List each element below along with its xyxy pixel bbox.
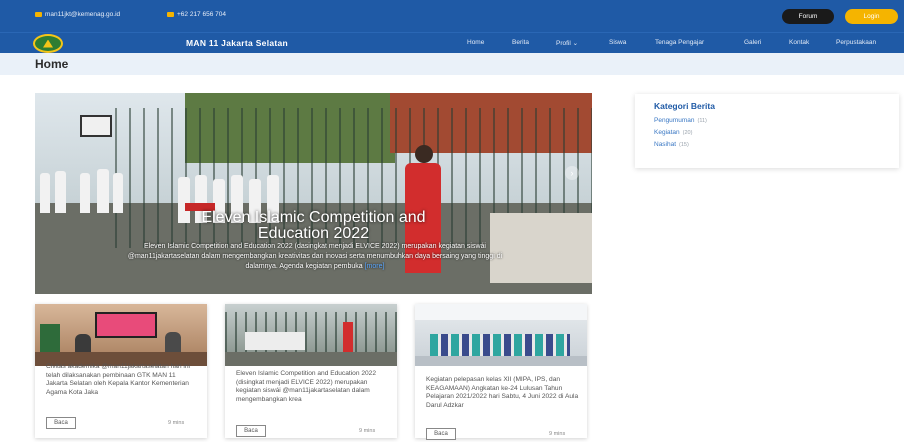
read-time: 9 mins (168, 420, 185, 426)
read-time: 9 mins (359, 428, 376, 434)
nav-item-tenaga-pengajar[interactable]: Tenaga Pengajar (655, 39, 704, 46)
main-navbar: MAN 11 Jakarta Selatan Home Berita Profi… (0, 33, 904, 53)
phone-icon (167, 12, 174, 17)
nav-item-berita[interactable]: Berita (512, 39, 529, 46)
news-card-text: Eleven Islamic Competition and Education… (236, 370, 377, 403)
news-card: Civitas akademika @man11jakartaselatan h… (35, 304, 207, 438)
news-card: Eleven Islamic Competition and Education… (225, 304, 397, 438)
top-bar: man11jkt@kemenag.go.id +62 217 656 704 F… (0, 0, 904, 33)
news-card-image[interactable] (225, 304, 397, 366)
nav-item-kontak[interactable]: Kontak (789, 39, 809, 46)
news-card-image[interactable] (35, 304, 207, 366)
read-button[interactable]: Baca (236, 425, 266, 437)
page-title: Home (35, 57, 69, 71)
category-item-pengumuman[interactable]: Pengumuman (11) (654, 117, 707, 124)
forum-button[interactable]: Forum (782, 9, 834, 24)
read-button[interactable]: Baca (426, 428, 456, 440)
slider-more-link[interactable]: [more] (365, 263, 385, 270)
news-card-text: Kegiatan pelepasan kelas XII (MIPA, IPS,… (426, 376, 579, 409)
news-card-text: Civitas akademika @man11jakartaselatan h… (46, 363, 191, 396)
nav-item-perpustakaan[interactable]: Perpustakaan (836, 39, 876, 46)
nav-item-siswa[interactable]: Siswa (609, 39, 626, 46)
login-button[interactable]: Login (845, 9, 898, 24)
read-button[interactable]: Baca (46, 417, 76, 429)
email-text: man11jkt@kemenag.go.id (45, 11, 121, 18)
category-item-nasihat[interactable]: Nasihat (15) (654, 141, 689, 148)
slider-title: Eleven Islamic Competition and Education … (201, 209, 426, 242)
page-header: Home (0, 53, 904, 75)
category-sidebar: Kategori Berita Pengumuman (11) Kegiatan(… (635, 94, 899, 168)
kemenag-logo[interactable] (33, 34, 63, 53)
slider-description: Eleven Islamic Competition and Education… (127, 243, 503, 270)
phone-text: +62 217 656 704 (177, 11, 226, 18)
site-brand[interactable]: MAN 11 Jakarta Selatan (186, 38, 288, 48)
nav-item-home[interactable]: Home (467, 39, 484, 46)
phone-contact[interactable]: +62 217 656 704 (167, 11, 226, 18)
email-contact[interactable]: man11jkt@kemenag.go.id (35, 11, 120, 18)
chevron-right-icon[interactable]: › (565, 166, 579, 180)
category-item-kegiatan[interactable]: Kegiatan (20) (654, 129, 692, 136)
mail-icon (35, 12, 42, 17)
category-title: Kategori Berita (654, 101, 715, 111)
news-card: Kegiatan pelepasan kelas XII (MIPA, IPS,… (415, 304, 587, 440)
read-time: 9 mins (549, 431, 566, 437)
news-card-image[interactable] (415, 304, 587, 366)
nav-item-galeri[interactable]: Galeri (744, 39, 761, 46)
nav-item-profil[interactable]: Profil ⌄ (556, 39, 578, 47)
